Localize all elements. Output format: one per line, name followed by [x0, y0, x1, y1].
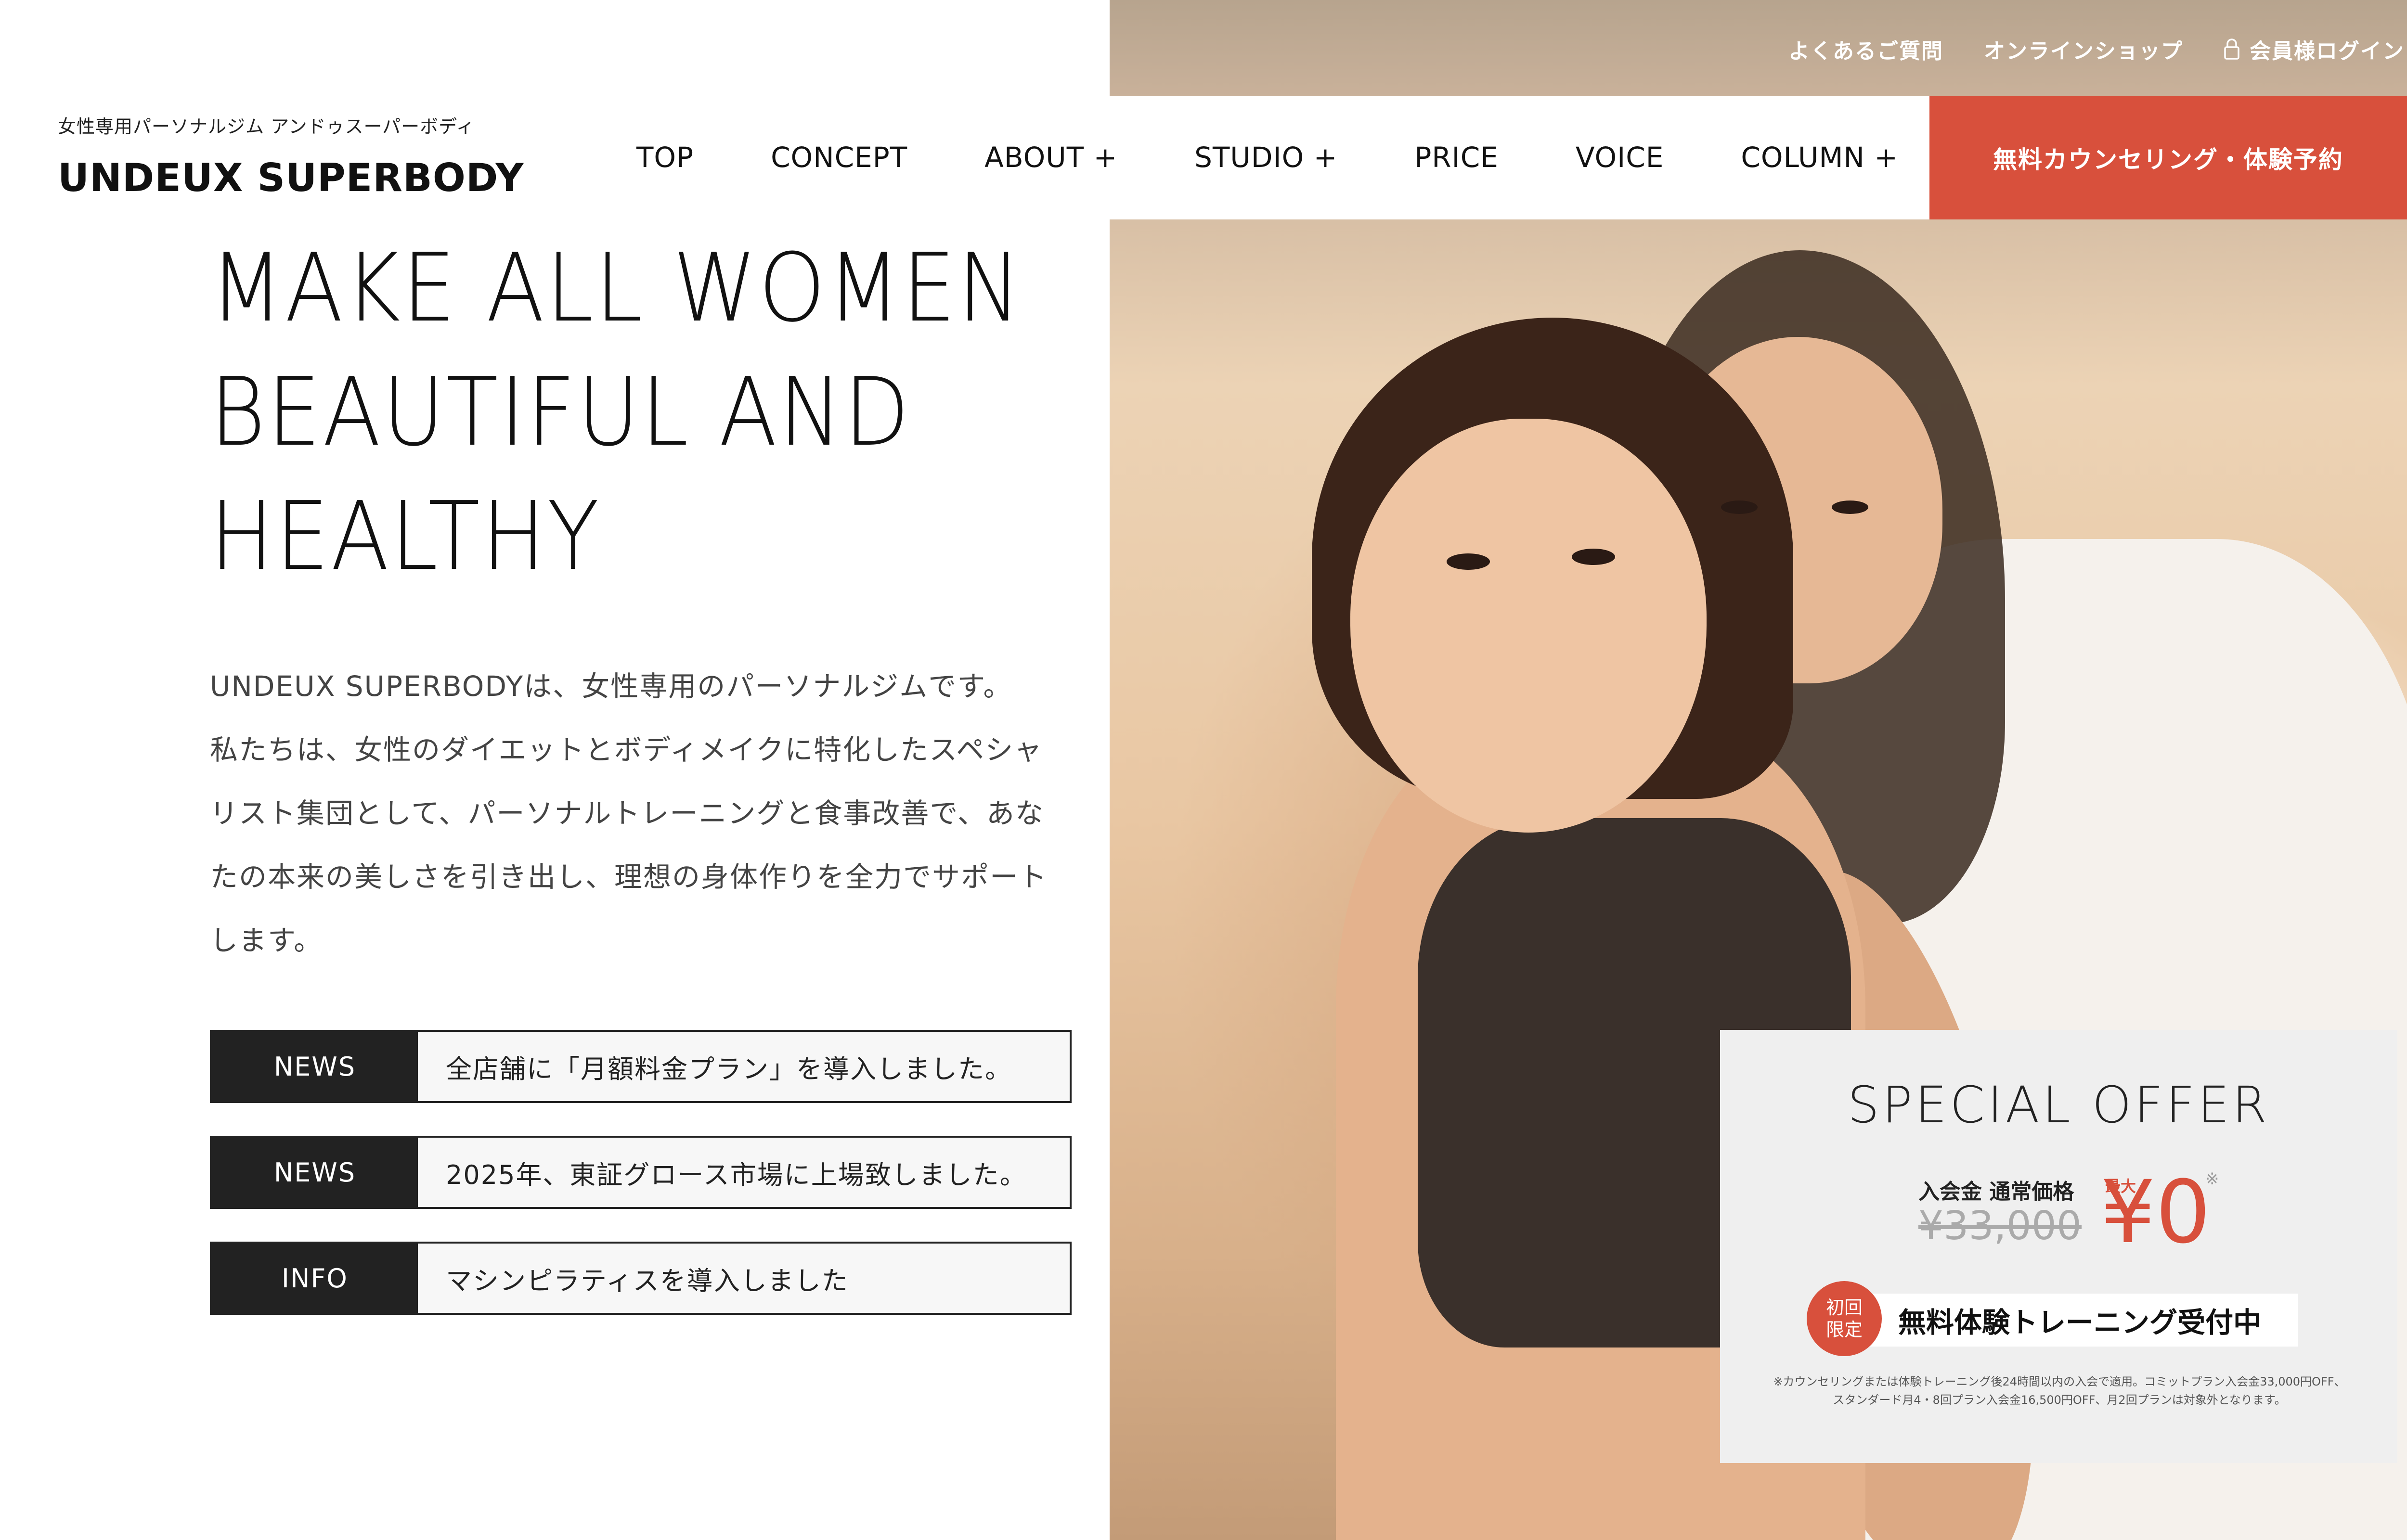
photo-eye: [1447, 553, 1490, 570]
photo-client-face: [1350, 419, 1707, 833]
lock-icon: [2224, 38, 2240, 60]
member-login-label: 会員様ログイン: [2250, 39, 2405, 64]
nav-item-top[interactable]: TOP: [636, 141, 694, 174]
reservation-cta-button[interactable]: 無料カウンセリング・体験予約: [1929, 96, 2407, 219]
special-offer-card[interactable]: SPECIAL OFFER 入会金 通常価格 ¥33,000 最大 ¥0 ※ 初…: [1720, 1030, 2397, 1463]
offer-footnote: ※カウンセリングまたは体験トレーニング後24時間以内の入会で適用。コミットプラン…: [1773, 1375, 2346, 1407]
hero-description-line: 私たちは、女性のダイエットとボディメイクに特化したスペシャ: [210, 733, 1043, 766]
utility-nav: よくあるご質問 オンラインショップ 会員様ログイン: [1788, 34, 2405, 64]
offer-note-mark: ※: [2205, 1169, 2219, 1189]
hero-description: UNDEUX SUPERBODYは、女性専用のパーソナルジムです。 私たちは、女…: [210, 654, 1076, 972]
nav-item-concept[interactable]: CONCEPT: [771, 141, 907, 174]
nav-item-studio[interactable]: STUDIO +: [1194, 141, 1337, 174]
logo-subtitle: 女性専用パーソナルジム アンドゥスーパーボディ: [58, 116, 475, 137]
free-trial-label: 無料体験トレーニング受付中: [1869, 1294, 2298, 1347]
member-login-link[interactable]: 会員様ログイン: [2224, 34, 2405, 64]
hero-description-line: たの本来の美しさを引き出し、理想の身体作りを全力でサポート: [210, 860, 1048, 893]
hero-description-line: UNDEUX SUPERBODYは、女性専用のパーソナルジムです。: [210, 670, 1012, 703]
nav-item-price[interactable]: PRICE: [1414, 141, 1499, 174]
badge-line: 限定: [1825, 1319, 1863, 1340]
hero-heading-line: HEALTHY: [210, 482, 601, 591]
news-item[interactable]: NEWS 全店舗に「月額料金プラン」を導入しました。: [210, 1030, 1072, 1103]
photo-eye: [1572, 549, 1615, 565]
news-text: マシンピラティスを導入しました: [446, 1265, 849, 1296]
news-item[interactable]: NEWS 2025年、東証グロース市場に上場致しました。: [210, 1136, 1072, 1209]
news-item[interactable]: INFO マシンピラティスを導入しました: [210, 1242, 1072, 1315]
news-tag: NEWS: [212, 1138, 418, 1207]
offer-price: ¥0: [2100, 1162, 2211, 1263]
badge-line: 初回: [1825, 1297, 1863, 1318]
news-tag: NEWS: [212, 1032, 418, 1101]
logo[interactable]: 女性専用パーソナルジム アンドゥスーパーボディ UNDEUX SUPERBODY: [58, 112, 524, 200]
news-text: 2025年、東証グロース市場に上場致しました。: [446, 1159, 1027, 1190]
online-shop-link[interactable]: オンラインショップ: [1984, 34, 2183, 64]
offer-title: SPECIAL OFFER: [1847, 1076, 2270, 1134]
hero-heading-line: MAKE ALL WOMEN: [210, 233, 1023, 343]
first-time-badge: 初回 限定: [1807, 1281, 1882, 1356]
main-nav: TOP CONCEPT ABOUT + STUDIO + PRICE VOICE…: [636, 136, 1898, 179]
hero-heading-line: BEAUTIFUL AND: [210, 358, 911, 467]
hero-heading: MAKE ALL WOMEN BEAUTIFUL AND HEALTHY: [210, 226, 1023, 599]
news-text: 全店舗に「月額料金プラン」を導入しました。: [446, 1053, 1012, 1084]
news-list: NEWS 全店舗に「月額料金プラン」を導入しました。 NEWS 2025年、東証…: [210, 1030, 1072, 1348]
photo-eye: [1721, 500, 1758, 514]
offer-regular-price: ¥33,000: [1918, 1203, 2082, 1249]
offer-fee-label: 入会金 通常価格: [1918, 1180, 2074, 1204]
nav-item-about[interactable]: ABOUT +: [984, 141, 1117, 174]
nav-item-column[interactable]: COLUMN +: [1741, 141, 1898, 174]
nav-item-voice[interactable]: VOICE: [1576, 141, 1664, 174]
hero-description-line: します。: [210, 924, 323, 957]
faq-link[interactable]: よくあるご質問: [1788, 34, 1943, 64]
news-tag: INFO: [212, 1244, 418, 1313]
logo-name: UNDEUX SUPERBODY: [58, 155, 524, 200]
photo-eye: [1832, 500, 1868, 514]
hero-description-line: リスト集団として、パーソナルトレーニングと食事改善で、あな: [210, 797, 1045, 830]
